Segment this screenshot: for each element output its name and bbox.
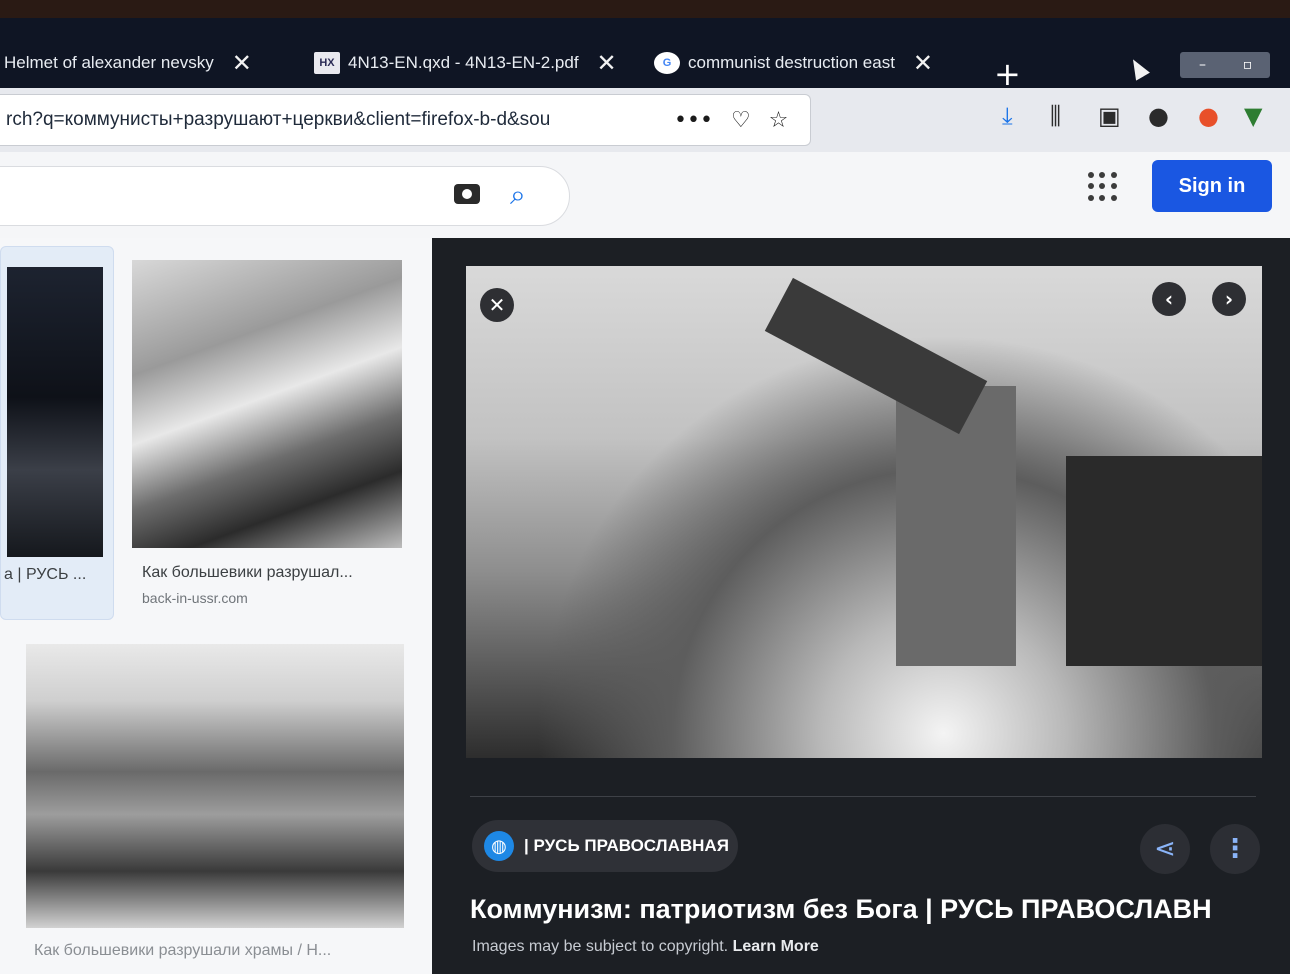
result-caption[interactable]: Как большевики разрушал... bbox=[142, 564, 353, 582]
sign-in-button[interactable]: Sign in bbox=[1152, 160, 1272, 212]
preview-title[interactable]: Коммунизм: патриотизм без Бога | РУСЬ ПР… bbox=[470, 894, 1212, 925]
extension-icon[interactable]: ● bbox=[1198, 102, 1219, 130]
library-icon[interactable]: ⫼ bbox=[1050, 102, 1061, 130]
result-thumbnail[interactable] bbox=[26, 644, 404, 928]
copyright-note: Images may be subject to copyright. Lear… bbox=[472, 938, 819, 956]
more-vert-icon[interactable]: ⋮ bbox=[1210, 824, 1260, 874]
close-icon[interactable]: ✕ bbox=[232, 49, 252, 78]
divider bbox=[470, 796, 1256, 797]
image-results-grid: а | РУСЬ ... Как большевики разрушал... … bbox=[0, 238, 432, 974]
pocket-icon[interactable]: ♡ bbox=[731, 108, 751, 133]
result-thumbnail[interactable] bbox=[7, 267, 103, 557]
chevron-right-icon[interactable]: › bbox=[1212, 282, 1246, 316]
camera-icon[interactable] bbox=[454, 184, 480, 204]
search-icon[interactable]: ⌕ bbox=[510, 178, 526, 212]
close-icon[interactable]: ✕ bbox=[597, 49, 617, 78]
account-icon[interactable]: ● bbox=[1148, 102, 1169, 130]
window-controls: – ▫ bbox=[1180, 52, 1270, 78]
tab-helmet[interactable]: Helmet of alexander nevsky ✕ bbox=[4, 40, 252, 86]
share-icon[interactable]: ⋖ bbox=[1140, 824, 1190, 874]
result-caption[interactable]: Как большевики разрушали храмы / Н... bbox=[34, 942, 331, 960]
preview-image[interactable] bbox=[466, 266, 1262, 758]
learn-more-link[interactable]: Learn More bbox=[733, 938, 819, 955]
tab-label: 4N13-EN.qxd - 4N13-EN-2.pdf bbox=[348, 53, 579, 72]
new-tab-button[interactable]: + bbox=[994, 58, 1021, 90]
close-icon[interactable]: ✕ bbox=[480, 288, 514, 322]
google-icon: G bbox=[654, 52, 680, 74]
bookmark-star-icon[interactable]: ☆ bbox=[769, 108, 789, 133]
result-source[interactable]: back-in-ussr.com bbox=[142, 590, 248, 606]
tab-google[interactable]: G communist destruction east ✕ bbox=[654, 40, 933, 86]
sidebar-icon[interactable]: ▣ bbox=[1098, 102, 1121, 130]
building-silhouette bbox=[1066, 456, 1262, 666]
nav-bar: rch?q=коммунисты+разрушают+церкви&client… bbox=[0, 88, 1290, 152]
tab-label: communist destruction east bbox=[688, 53, 895, 72]
hx-icon: HX bbox=[314, 52, 340, 74]
result-thumbnail[interactable] bbox=[132, 260, 402, 548]
tab-strip: Helmet of alexander nevsky ✕ HX 4N13-EN.… bbox=[0, 18, 1290, 90]
close-icon[interactable]: ✕ bbox=[913, 49, 933, 78]
apps-icon[interactable] bbox=[1088, 172, 1118, 202]
result-caption[interactable]: а | РУСЬ ... bbox=[4, 566, 86, 584]
chevron-left-icon[interactable]: ‹ bbox=[1152, 282, 1186, 316]
url-bar[interactable]: rch?q=коммунисты+разрушают+церкви&client… bbox=[0, 94, 811, 146]
globe-icon: ◍ bbox=[484, 831, 514, 861]
result-selected[interactable] bbox=[0, 246, 114, 620]
minimize-icon[interactable]: – bbox=[1180, 52, 1225, 78]
source-label: | РУСЬ ПРАВОСЛАВНАЯ bbox=[524, 836, 729, 855]
monitor-bezel bbox=[0, 0, 1290, 18]
tab-pdf[interactable]: HX 4N13-EN.qxd - 4N13-EN-2.pdf ✕ bbox=[314, 40, 617, 86]
more-actions-icon[interactable]: ••• bbox=[674, 108, 713, 133]
copyright-text: Images may be subject to copyright. bbox=[472, 938, 729, 955]
falling-spire bbox=[764, 277, 988, 435]
download-icon[interactable]: ⤓ bbox=[1002, 102, 1013, 130]
search-input[interactable] bbox=[0, 166, 570, 226]
maximize-icon[interactable]: ▫ bbox=[1225, 52, 1270, 78]
browser-window: Helmet of alexander nevsky ✕ HX 4N13-EN.… bbox=[0, 0, 1290, 974]
tab-label: Helmet of alexander nevsky bbox=[4, 53, 214, 72]
url-text[interactable]: rch?q=коммунисты+разрушают+церкви&client… bbox=[6, 109, 656, 131]
source-chip[interactable]: ◍ | РУСЬ ПРАВОСЛАВНАЯ bbox=[472, 820, 738, 872]
extension-arrow-icon[interactable]: ▼ bbox=[1244, 102, 1262, 130]
cursor-icon bbox=[1126, 55, 1150, 81]
